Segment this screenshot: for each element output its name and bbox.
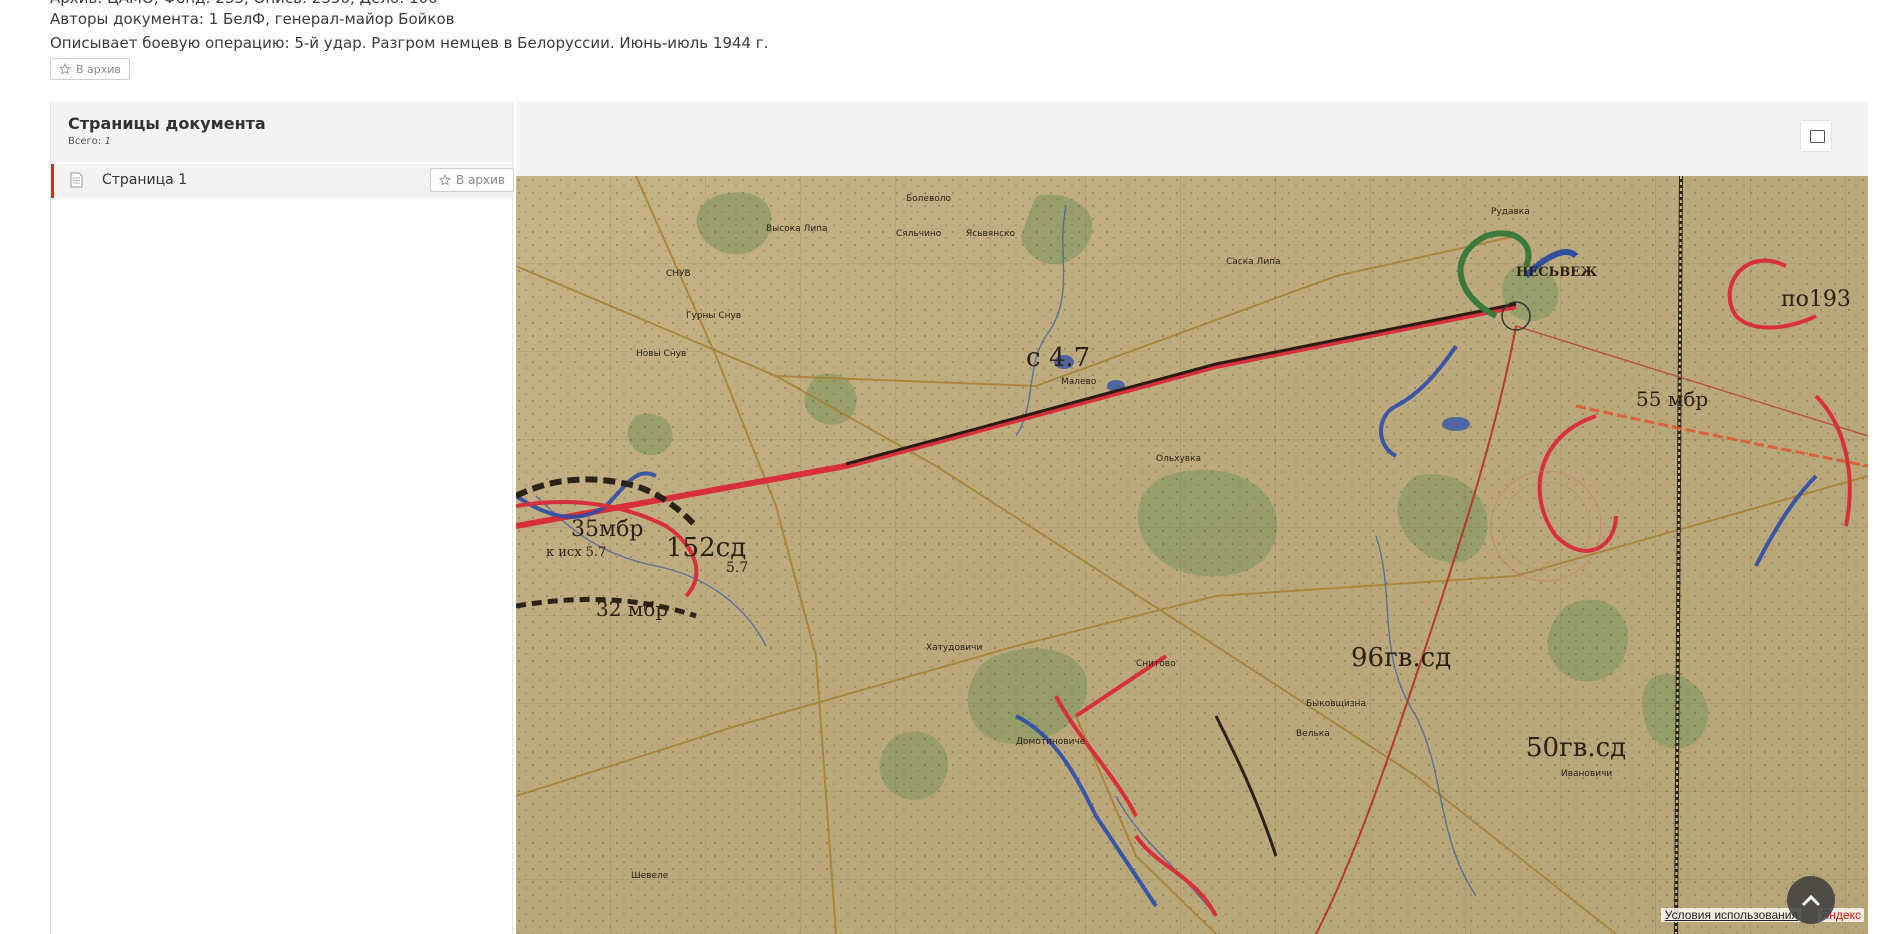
- pages-total-label: Всего:: [68, 136, 102, 147]
- terms-of-use-link[interactable]: Условия использования: [1660, 908, 1802, 922]
- map-label: Велька: [1296, 729, 1330, 739]
- archive-button-label: В архив: [76, 62, 121, 76]
- map-label: Шевеле: [631, 871, 669, 881]
- document-icon: [70, 172, 83, 188]
- map-label: Гурны Снув: [686, 311, 741, 321]
- map-label: 96гв.сд: [1351, 643, 1451, 673]
- map-label: Сяльчино: [896, 229, 942, 239]
- map-label: Рудавка: [1491, 207, 1530, 217]
- page-label: Страница 1: [102, 172, 188, 188]
- map-label: Ольхувка: [1156, 454, 1201, 464]
- map-label: Ивановичи: [1561, 769, 1612, 779]
- map-label: 35мбр: [571, 517, 643, 542]
- map-label: Снитово: [1136, 659, 1176, 669]
- map-label: Новы Снув: [636, 349, 686, 359]
- authors-line: Авторы документа: 1 БелФ, генерал-майор …: [50, 10, 455, 28]
- star-icon: [439, 174, 451, 186]
- map-label: по193: [1781, 287, 1851, 312]
- page-archive-button[interactable]: В архив: [430, 168, 514, 192]
- map-label: Хатудовичи: [926, 643, 982, 653]
- pages-total: Всего: 1: [68, 136, 111, 147]
- map-label: 50гв.сд: [1526, 733, 1626, 763]
- map-label: Малево: [1061, 377, 1097, 387]
- map-label: СНУВ: [666, 269, 691, 279]
- map-label: Болеволо: [906, 194, 952, 204]
- map-label: Ясьвянско: [966, 229, 1015, 239]
- select-page-checkbox[interactable]: [1800, 120, 1832, 152]
- page-archive-button-label: В архив: [456, 173, 505, 187]
- operation-line: Описывает боевую операцию: 5-й удар. Раз…: [50, 34, 769, 52]
- pages-title: Страницы документа: [68, 114, 266, 133]
- map-label: Высока Липа: [766, 224, 828, 234]
- checkbox-icon: [1810, 130, 1825, 143]
- historical-map-image: НЕСЬВЕЖ с 4.7 35мбр 152сд 32 мбр 96гв.сд…: [516, 176, 1868, 934]
- map-label: к исх 5.7: [546, 545, 606, 560]
- document-archive-button[interactable]: В архив: [50, 58, 130, 80]
- viewer-toolbar: [516, 102, 1868, 176]
- map-label: Саска Липа: [1226, 257, 1281, 267]
- pages-total-value: 1: [104, 136, 111, 147]
- map-label: НЕСЬВЕЖ: [1516, 265, 1597, 280]
- page-list-item[interactable]: Страница 1 В архив: [51, 164, 514, 198]
- map-label: Быковщизна: [1306, 699, 1366, 709]
- chevron-up-icon: [1802, 894, 1820, 906]
- pages-header: Страницы документа Всего: 1: [51, 102, 512, 162]
- document-pages-panel: Страницы документа Всего: 1 Страница 1 В…: [50, 102, 514, 934]
- map-label: 5.7: [726, 560, 748, 576]
- map-label: 32 мбр: [596, 597, 668, 621]
- map-label: Домотиновиче: [1016, 737, 1086, 747]
- map-image-viewer[interactable]: НЕСЬВЕЖ с 4.7 35мбр 152сд 32 мбр 96гв.сд…: [516, 176, 1868, 934]
- scroll-to-top-button[interactable]: [1787, 876, 1835, 924]
- map-label: 152сд: [666, 533, 746, 563]
- map-label: 55 мбр: [1636, 387, 1708, 411]
- archive-line: Архив: ЦАМО, Фонд: 233, Опись: 2356, Дел…: [50, 0, 438, 8]
- map-label: с 4.7: [1026, 343, 1090, 373]
- star-icon: [59, 63, 71, 75]
